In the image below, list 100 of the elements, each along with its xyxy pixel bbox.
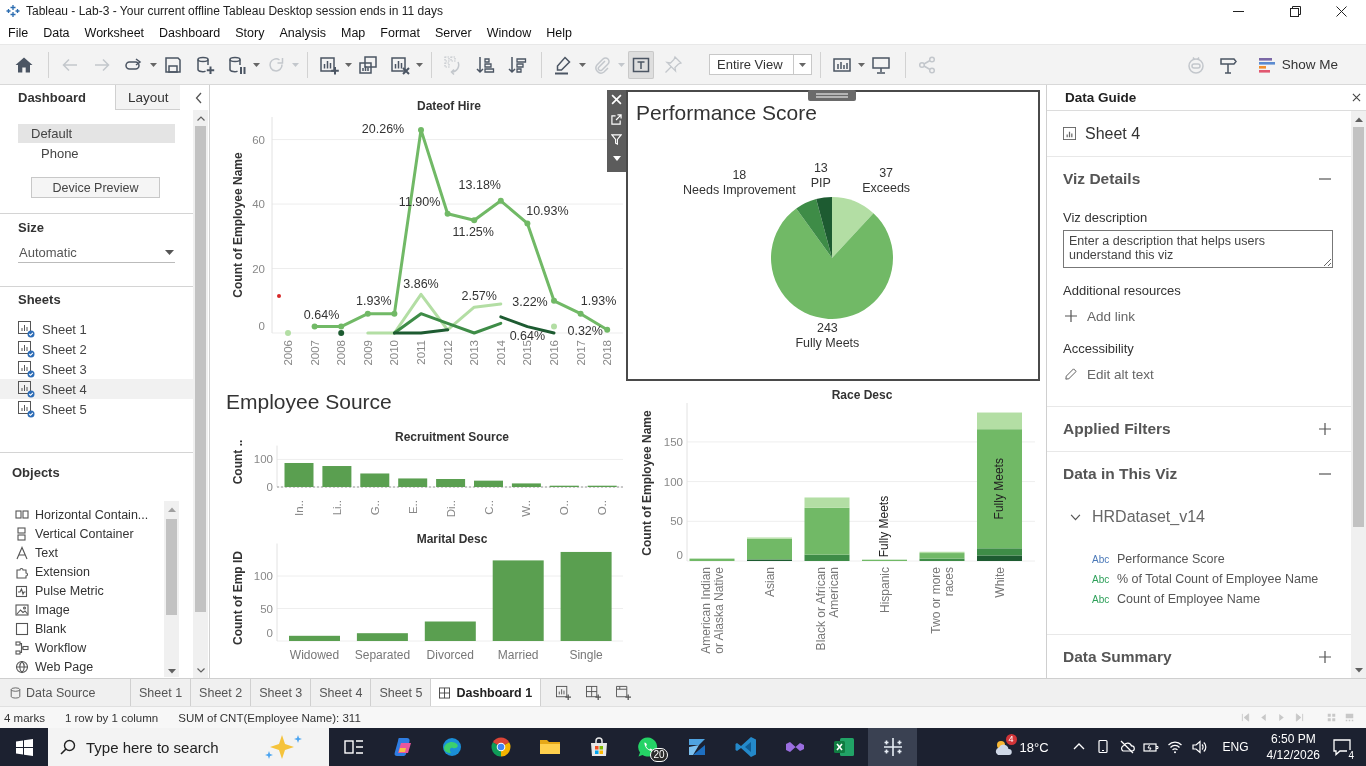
menu-item[interactable]: Server: [434, 26, 472, 40]
object-item[interactable]: Text: [0, 543, 164, 562]
share-icon: [917, 54, 937, 75]
cloud-off-icon[interactable]: [1118, 739, 1135, 755]
count-badge: 4: [1005, 734, 1017, 745]
menu-item[interactable]: File: [8, 26, 29, 40]
object-item[interactable]: Blank: [0, 619, 164, 638]
scroll-down-icon[interactable]: [196, 668, 205, 673]
menu-item[interactable]: Format: [380, 26, 420, 40]
sheet-list-item[interactable]: Sheet 5: [0, 399, 193, 419]
highlighter-icon: [553, 54, 573, 75]
status-text: 1 row by 1 column: [64, 711, 159, 724]
axis-tick-label: 0: [676, 549, 683, 561]
datasource-item[interactable]: HRDataset_v14: [1063, 506, 1205, 528]
chevron-left-icon[interactable]: [195, 91, 202, 104]
show-me-button[interactable]: Show Me: [1257, 55, 1338, 74]
caret-icon[interactable]: [253, 62, 260, 67]
scrollbar[interactable]: [164, 501, 179, 677]
axis-tick-label: White: [992, 567, 1007, 598]
scroll-down-icon[interactable]: [1354, 668, 1363, 673]
language-indicator[interactable]: ENG: [1222, 740, 1249, 754]
scroll-up-icon[interactable]: [196, 116, 205, 121]
type-label: Abc: [1092, 573, 1109, 585]
menu-item[interactable]: Map: [340, 26, 366, 40]
sheet-tab[interactable]: Dashboard 1: [430, 679, 541, 706]
clock-date[interactable]: 4/12/2026: [1266, 747, 1320, 763]
scrollbar[interactable]: [1351, 111, 1366, 678]
axis-tick-label: Single: [569, 648, 603, 662]
object-item[interactable]: Workflow: [0, 638, 164, 657]
database-plus-icon: [195, 54, 215, 75]
scroll-thumb[interactable]: [195, 126, 206, 612]
section-header[interactable]: Data in This Viz: [1063, 452, 1335, 496]
menu-item[interactable]: Story: [235, 26, 265, 40]
chart-title: Marital Desc: [416, 532, 488, 546]
menu-item[interactable]: Help: [546, 26, 572, 40]
drag-handle-icon[interactable]: [808, 90, 856, 101]
menu-item[interactable]: Dashboard: [159, 26, 221, 40]
wifi-icon[interactable]: [1166, 739, 1183, 755]
data-source-tab[interactable]: Data Source: [0, 679, 120, 706]
section-header[interactable]: Viz Details: [1063, 157, 1335, 201]
panel-plus-icon[interactable]: [616, 685, 632, 700]
database-icon: [10, 686, 21, 699]
restore-icon[interactable]: [1290, 5, 1301, 17]
text-label-button[interactable]: [628, 50, 654, 79]
menu-item[interactable]: Analysis: [279, 26, 326, 40]
taskbar-button[interactable]: 20: [623, 728, 672, 766]
scrollbar[interactable]: [193, 110, 208, 678]
object-item[interactable]: Extension: [0, 562, 164, 581]
search-field[interactable]: Type here to search: [86, 738, 246, 756]
caret-icon[interactable]: [150, 62, 157, 67]
scroll-thumb[interactable]: [166, 519, 177, 615]
filter-icon[interactable]: [611, 134, 622, 145]
taskbar-button[interactable]: [868, 728, 917, 766]
object-item[interactable]: Horizontal Contain...: [0, 505, 164, 524]
search-bar[interactable]: Type here to search: [48, 728, 329, 766]
caret-icon[interactable]: [858, 62, 865, 67]
menu-item[interactable]: Window: [486, 26, 532, 40]
caret-icon[interactable]: [416, 62, 423, 67]
section-header[interactable]: Data Summary: [1063, 635, 1335, 678]
scroll-thumb[interactable]: [1353, 127, 1364, 527]
object-item[interactable]: Pulse Metric: [0, 581, 164, 600]
menu-item[interactable]: Data: [43, 26, 70, 40]
section-header[interactable]: Applied Filters: [1063, 407, 1335, 451]
add-link-button[interactable]: Add link: [1063, 307, 1136, 325]
axis-tick-label: 50: [260, 602, 273, 615]
sheet-list-item[interactable]: Sheet 3: [0, 359, 193, 379]
notification-icon[interactable]: [1332, 737, 1352, 757]
clock-time[interactable]: 6:50 PM: [1270, 731, 1316, 747]
object-item[interactable]: Web Page: [0, 657, 164, 676]
menu-item[interactable]: Worksheet: [84, 26, 145, 40]
sheet-list-item[interactable]: Sheet 1: [0, 319, 193, 339]
object-item[interactable]: Image: [0, 600, 164, 619]
ribbon-bracket-icon: [733, 735, 758, 759]
object-item[interactable]: Vertical Container: [0, 524, 164, 543]
device-preview-button[interactable]: Device Preview: [31, 177, 160, 198]
caret-icon[interactable]: [345, 62, 352, 67]
chart-check-icon: [18, 360, 35, 378]
caret-icon[interactable]: [579, 62, 586, 67]
speaker-icon[interactable]: [1190, 739, 1207, 755]
description-field[interactable]: Enter a description that helps users understand this viz: [1063, 230, 1333, 268]
scroll-down-icon[interactable]: [167, 669, 176, 674]
device-item[interactable]: Phone: [18, 144, 175, 163]
popout-icon[interactable]: [611, 114, 622, 125]
size-dropdown[interactable]: Automatic: [18, 242, 175, 263]
chart-plus-icon[interactable]: [556, 685, 572, 700]
panel-tab[interactable]: Layout: [114, 85, 181, 110]
device-item[interactable]: Default: [18, 124, 175, 143]
scroll-up-icon[interactable]: [1354, 117, 1363, 122]
caret-icon[interactable]: [612, 156, 621, 161]
sheet-list-item[interactable]: Sheet 4: [0, 379, 193, 399]
sheet-list-item[interactable]: Sheet 2: [0, 339, 193, 359]
grid-plus-icon[interactable]: [586, 685, 602, 700]
axis-tick-label: 0: [266, 627, 273, 639]
fit-dropdown[interactable]: Entire View: [709, 54, 812, 75]
axis-tick-label: 50: [670, 515, 683, 528]
edit-alt-text-button[interactable]: Edit alt text: [1063, 365, 1154, 383]
close-icon[interactable]: [1352, 93, 1361, 102]
close-icon[interactable]: [1336, 5, 1347, 17]
axis-tick-label: Married: [497, 648, 539, 662]
temperature[interactable]: 18°C: [1019, 739, 1049, 755]
